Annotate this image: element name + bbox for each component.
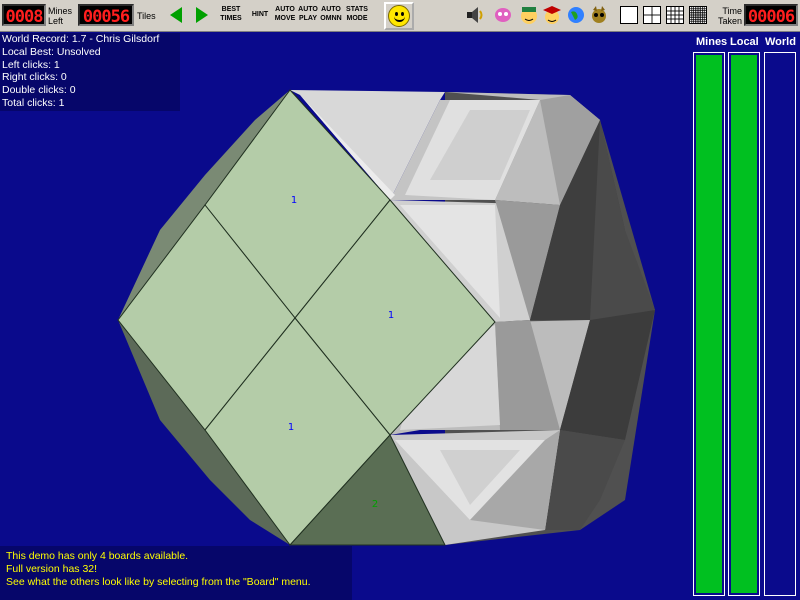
demo-message-line: Full version has 32! — [6, 563, 98, 575]
tile-number: 1 — [288, 422, 294, 433]
stats-panel: World Record: 1.7 - Chris Gilsdorf Local… — [0, 33, 180, 111]
world-bar-label: World — [765, 36, 796, 48]
left-clicks-text: Left clicks: 1 — [2, 58, 60, 71]
local-bar-label: Local — [730, 36, 759, 48]
total-clicks-text: Total clicks: 1 — [2, 96, 65, 109]
dense-grid-view-icon[interactable] — [689, 6, 707, 24]
demo-message-line: See what the others look like by selecti… — [6, 576, 311, 588]
demo-message: This demo has only 4 boards available. F… — [0, 546, 352, 600]
time-taken-label: Time Taken — [717, 6, 742, 26]
world-record-text: World Record: 1.7 - Chris Gilsdorf — [2, 33, 160, 45]
double-clicks-text: Double clicks: 0 — [2, 84, 76, 97]
right-clicks-text: Right clicks: 0 — [2, 71, 67, 84]
mines-bar-label: Mines — [696, 36, 728, 48]
local-best-text: Local Best: Unsolved — [2, 45, 101, 58]
world-progress-bar — [764, 52, 796, 596]
local-progress-bar — [728, 52, 760, 596]
mines-progress-bar — [693, 52, 725, 596]
time-taken-counter: 00006 — [744, 4, 798, 27]
demo-message-line: This demo has only 4 boards available. — [6, 550, 189, 562]
tile-number: 2 — [372, 499, 378, 510]
tile-number: 1 — [388, 310, 394, 321]
tile-number: 1 — [291, 195, 297, 206]
